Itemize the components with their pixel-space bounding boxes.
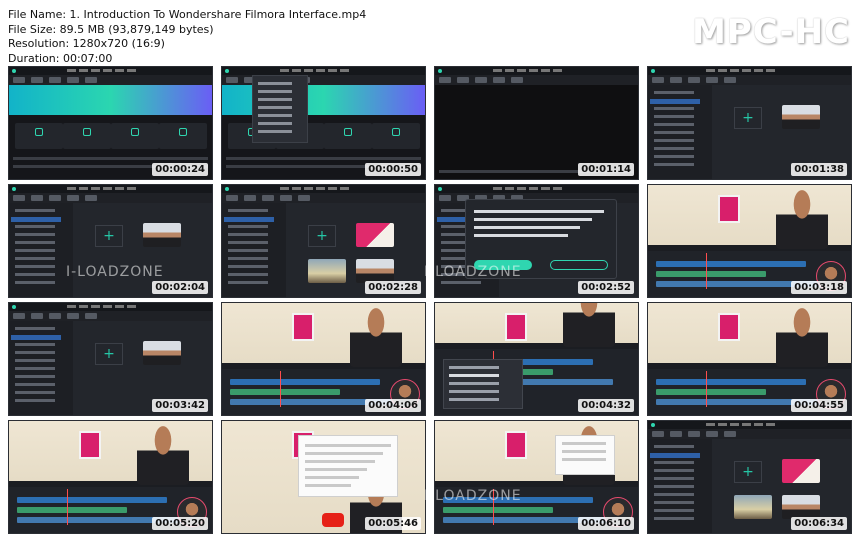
timestamp-label: 00:06:34 [791, 517, 847, 530]
timestamp-label: 00:00:50 [365, 163, 421, 176]
video-thumbnail[interactable]: 00:04:06 [221, 302, 426, 416]
video-thumbnail[interactable]: 00:00:24 [8, 66, 213, 180]
video-thumbnail[interactable]: 00:04:55 [647, 302, 852, 416]
timestamp-label: 00:05:46 [365, 517, 421, 530]
add-media-icon[interactable]: + [734, 461, 762, 483]
file-info: File Name: 1. Introduction To Wondershar… [8, 8, 366, 66]
video-thumbnail[interactable]: 00:04:32 [434, 302, 639, 416]
resolution: Resolution: 1280x720 (16:9) [8, 37, 165, 51]
timestamp-label: 00:02:04 [152, 281, 208, 294]
timestamp-label: 00:02:52 [578, 281, 634, 294]
duration: Duration: 00:07:00 [8, 51, 113, 65]
timestamp-label: 00:00:24 [152, 163, 208, 176]
timestamp-label: 00:01:14 [578, 163, 634, 176]
add-media-icon[interactable]: + [95, 343, 123, 365]
timestamp-label: 00:02:28 [365, 281, 421, 294]
timestamp-label: 00:05:20 [152, 517, 208, 530]
video-thumbnail[interactable]: +00:02:28 [221, 184, 426, 298]
timestamp-label: 00:03:18 [791, 281, 847, 294]
thumbnail-grid: 00:00:24 00:00:50 00:01:14 +00:01:38 +00:02:… [8, 66, 852, 534]
file-size: File Size: 89.5 MB (93,879,149 bytes) [8, 22, 214, 36]
video-thumbnail[interactable]: +00:02:52 [434, 184, 639, 298]
add-media-icon[interactable]: + [734, 107, 762, 129]
video-thumbnail[interactable]: 00:05:20 [8, 420, 213, 534]
add-media-icon[interactable]: + [308, 225, 336, 247]
video-thumbnail[interactable]: 00:03:18 [647, 184, 852, 298]
add-media-icon[interactable]: + [95, 225, 123, 247]
timestamp-label: 00:03:42 [152, 399, 208, 412]
timestamp-label: 00:06:10 [578, 517, 634, 530]
video-thumbnail[interactable]: 00:01:14 [434, 66, 639, 180]
timestamp-label: 00:04:55 [791, 399, 847, 412]
timestamp-label: 00:04:32 [578, 399, 634, 412]
timestamp-label: 00:01:38 [791, 163, 847, 176]
video-thumbnail[interactable]: +00:03:42 [8, 302, 213, 416]
video-thumbnail[interactable]: +00:02:04 [8, 184, 213, 298]
video-thumbnail[interactable]: 00:06:10 [434, 420, 639, 534]
resolution-dialog [465, 199, 617, 279]
app-logo: MPC-HC [691, 12, 850, 52]
video-thumbnail[interactable]: +00:06:34 [647, 420, 852, 534]
video-thumbnail[interactable]: 00:05:46 [221, 420, 426, 534]
video-thumbnail[interactable]: +00:01:38 [647, 66, 852, 180]
file-name: File Name: 1. Introduction To Wondershar… [8, 8, 367, 21]
video-thumbnail[interactable]: 00:00:50 [221, 66, 426, 180]
watermark: I-LOADZONE [536, 38, 634, 54]
context-menu[interactable] [443, 359, 523, 409]
timestamp-label: 00:04:06 [365, 399, 421, 412]
